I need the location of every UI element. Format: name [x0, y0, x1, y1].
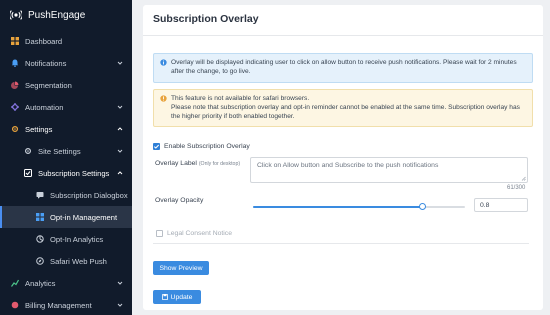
gear-icon [24, 147, 32, 155]
char-counter: 61/300 [507, 185, 526, 191]
sidebar-item-automation[interactable]: Automation [0, 96, 132, 118]
grid-icon [36, 213, 44, 221]
chevron-down-icon [117, 281, 123, 285]
page-title: Subscription Overlay [153, 13, 259, 25]
analytics-icon [36, 235, 44, 243]
sidebar-item-label: Site Settings [38, 146, 81, 156]
update-label: Update [170, 293, 193, 301]
sidebar-item-subscription-settings[interactable]: Subscription Settings [0, 162, 132, 184]
warning-icon [160, 95, 167, 102]
chart-icon [11, 279, 19, 287]
sidebar-item-label: Dashboard [25, 36, 63, 46]
sidebar-item-billing-management[interactable]: Billing Management [0, 294, 132, 315]
legal-consent-checkbox[interactable] [156, 230, 163, 237]
info-text: Overlay will be displayed indicating use… [171, 59, 517, 75]
enable-overlay-label: Enable Subscription Overlay [164, 143, 250, 150]
brand[interactable]: PushEngage [0, 0, 132, 30]
warning-line-1: This feature is not available for safari… [171, 95, 310, 102]
enable-overlay-checkbox[interactable] [153, 143, 160, 150]
segment-icon [11, 81, 19, 89]
sidebar-item-label: Billing Management [25, 300, 92, 310]
dialog-icon [36, 192, 44, 199]
gear-icon [11, 125, 19, 133]
chevron-down-icon [117, 303, 123, 307]
sidebar-item-optin-management[interactable]: Opt-in Management [0, 206, 132, 228]
chevron-down-icon [117, 149, 123, 153]
billing-icon [11, 301, 19, 309]
opacity-slider-thumb[interactable] [419, 203, 427, 210]
overlay-label-text: Overlay Label [155, 160, 197, 167]
sidebar-item-notifications[interactable]: Notifications [0, 52, 132, 74]
sidebar-item-optin-analytics[interactable]: Opt-In Analytics [0, 228, 132, 250]
sidebar-item-label: Analytics [25, 278, 56, 288]
resize-handle-icon[interactable] [521, 176, 526, 181]
chevron-up-icon [117, 171, 123, 175]
show-preview-label: Show Preview [159, 264, 203, 272]
pushengage-logo-icon [10, 10, 22, 20]
subscription-icon [24, 169, 32, 177]
divider [143, 35, 543, 36]
sidebar-item-label: Subscription Settings [38, 168, 110, 178]
overlay-opacity-label: Overlay Opacity [155, 197, 204, 204]
compass-icon [36, 257, 44, 265]
overlay-label-field-label: Overlay Label (Only for desktop) [155, 160, 240, 167]
sidebar-item-label: Settings [25, 124, 53, 134]
subscription-overlay-panel: Subscription Overlay Overlay will be dis… [143, 5, 543, 310]
legal-consent-row[interactable]: Legal Consent Notice [156, 230, 232, 237]
brand-name: PushEngage [28, 9, 86, 21]
sidebar-item-analytics[interactable]: Analytics [0, 272, 132, 294]
chevron-up-icon [117, 127, 123, 131]
legal-consent-label: Legal Consent Notice [167, 230, 232, 237]
automation-icon [11, 103, 19, 111]
enable-overlay-row[interactable]: Enable Subscription Overlay [153, 143, 250, 150]
sidebar-item-label: Segmentation [25, 80, 72, 90]
warning-notice: This feature is not available for safari… [153, 89, 533, 127]
overlay-label-textarea[interactable]: Click on Allow button and Subscribe to t… [250, 157, 528, 183]
sidebar-item-label: Opt-In Analytics [50, 234, 104, 244]
sidebar-item-segmentation[interactable]: Segmentation [0, 74, 132, 96]
opacity-slider-fill [253, 206, 423, 208]
divider [153, 243, 529, 244]
show-preview-button[interactable]: Show Preview [153, 261, 209, 275]
warning-line-2: Please note that subscription overlay an… [171, 104, 520, 120]
sidebar-item-label: Automation [25, 102, 64, 112]
sidebar-item-settings[interactable]: Settings [0, 118, 132, 140]
overlay-label-value: Click on Allow button and Subscribe to t… [257, 162, 439, 169]
sidebar-item-label: Opt-in Management [50, 212, 118, 222]
sidebar-item-subscription-dialogbox[interactable]: Subscription Dialogbox [0, 184, 132, 206]
sidebar: PushEngage Dashboard Notifications Segme… [0, 0, 132, 315]
save-icon [161, 294, 168, 300]
sidebar-item-safari-web-push[interactable]: Safari Web Push [0, 250, 132, 272]
sidebar-item-site-settings[interactable]: Site Settings [0, 140, 132, 162]
sidebar-item-label: Notifications [25, 58, 67, 68]
overlay-label-hint: (Only for desktop) [198, 161, 241, 167]
info-notice: Overlay will be displayed indicating use… [153, 53, 533, 83]
bell-icon [11, 59, 19, 67]
opacity-slider[interactable] [253, 203, 465, 210]
chevron-down-icon [117, 61, 123, 65]
sidebar-item-label: Safari Web Push [50, 256, 107, 266]
dashboard-icon [11, 37, 19, 45]
update-button[interactable]: Update [153, 290, 201, 304]
info-icon [160, 59, 167, 66]
checkmark-icon [153, 144, 160, 149]
chevron-down-icon [117, 105, 123, 109]
sidebar-item-dashboard[interactable]: Dashboard [0, 30, 132, 52]
sidebar-item-label: Subscription Dialogbox [50, 190, 128, 200]
opacity-value-input[interactable]: 0.8 [474, 198, 528, 212]
